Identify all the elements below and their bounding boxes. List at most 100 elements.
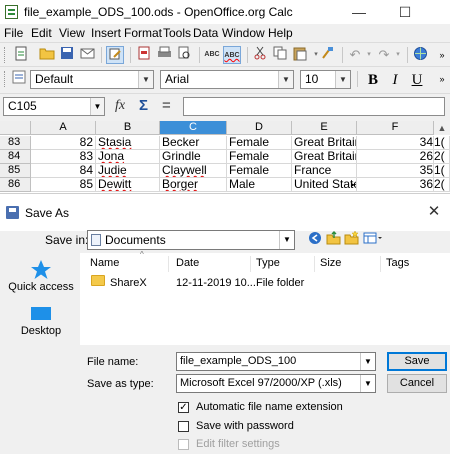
save-password-label[interactable]: Save with password: [196, 420, 294, 432]
menu-view[interactable]: View: [59, 26, 85, 40]
table-cell[interactable]: Female: [227, 136, 292, 150]
autospellcheck-icon[interactable]: ABC: [223, 46, 241, 64]
back-icon[interactable]: [306, 231, 324, 249]
row-header[interactable]: 86: [0, 178, 31, 192]
column-header-f[interactable]: F: [357, 121, 434, 135]
format-paintbrush-icon[interactable]: [318, 46, 336, 64]
menu-format[interactable]: Format: [124, 26, 162, 40]
table-cell[interactable]: 85: [31, 178, 96, 192]
column-header-name[interactable]: Name: [90, 257, 119, 269]
print-icon[interactable]: [155, 46, 173, 64]
save-password-checkbox[interactable]: [178, 421, 189, 432]
table-cell[interactable]: Female: [227, 150, 292, 164]
column-header-type[interactable]: Type: [256, 257, 280, 269]
menu-tools[interactable]: Tools: [163, 26, 191, 40]
menu-insert[interactable]: Insert: [91, 26, 121, 40]
menu-edit[interactable]: Edit: [31, 26, 52, 40]
select-all-corner[interactable]: [0, 121, 31, 135]
maximize-button[interactable]: ☐: [382, 0, 428, 24]
toolbar-overflow-icon[interactable]: »: [433, 46, 450, 64]
cancel-button[interactable]: Cancel: [387, 374, 447, 393]
sum-icon[interactable]: Σ: [139, 97, 148, 114]
redo-dropdown-icon[interactable]: ▾: [389, 46, 407, 64]
chevron-down-icon[interactable]: ▼: [360, 353, 375, 370]
chevron-down-icon[interactable]: ▼: [278, 71, 293, 88]
column-header-d[interactable]: D: [227, 121, 292, 135]
table-cell[interactable]: Borger: [160, 178, 227, 192]
name-box[interactable]: C105 ▼: [3, 97, 105, 116]
column-header-date[interactable]: Date: [176, 257, 199, 269]
file-name-field[interactable]: file_example_ODS_100 ▼: [176, 352, 376, 371]
menu-help[interactable]: Help: [268, 26, 293, 40]
column-header-c[interactable]: C: [160, 121, 227, 135]
chevron-down-icon[interactable]: ▼: [90, 98, 104, 115]
table-cell[interactable]: 34: [357, 136, 434, 150]
new-folder-icon[interactable]: [342, 230, 360, 249]
table-cell[interactable]: Great Britain: [292, 150, 357, 164]
table-cell[interactable]: Claywell: [160, 164, 227, 178]
view-menu-icon[interactable]: [362, 231, 384, 249]
table-cell[interactable]: 1(: [434, 164, 450, 178]
underline-button[interactable]: U: [406, 70, 428, 90]
table-cell[interactable]: Great Britain: [292, 136, 357, 150]
table-cell[interactable]: Dewitt: [96, 178, 160, 192]
column-header-size[interactable]: Size: [320, 257, 341, 269]
chevron-down-icon[interactable]: ▼: [335, 71, 350, 88]
auto-extension-label[interactable]: Automatic file name extension: [196, 401, 343, 413]
menu-file[interactable]: File: [4, 26, 23, 40]
hyperlink-icon[interactable]: [411, 46, 429, 64]
spellcheck-icon[interactable]: ABC: [203, 46, 221, 64]
column-header-e[interactable]: E: [292, 121, 357, 135]
save-in-combo[interactable]: Documents ▼: [87, 230, 295, 250]
table-cell[interactable]: 2(: [434, 150, 450, 164]
table-cell[interactable]: 35: [357, 164, 434, 178]
export-pdf-icon[interactable]: [135, 46, 153, 64]
scroll-up-arrow-icon[interactable]: ▲: [434, 121, 450, 135]
table-cell[interactable]: Jona: [96, 150, 160, 164]
up-folder-icon[interactable]: [324, 231, 342, 249]
save-button[interactable]: Save: [387, 352, 447, 371]
function-wizard-icon[interactable]: fx: [115, 98, 125, 114]
chevron-down-icon[interactable]: ▼: [360, 375, 375, 392]
table-cell[interactable]: 82: [31, 136, 96, 150]
place-quick-access[interactable]: Quick access: [5, 259, 77, 299]
menu-data[interactable]: Data: [193, 26, 218, 40]
column-header-b[interactable]: B: [96, 121, 160, 135]
column-header-a[interactable]: A: [31, 121, 96, 135]
row-header[interactable]: 84: [0, 150, 31, 164]
font-combo[interactable]: Arial ▼: [160, 70, 294, 89]
page-preview-icon[interactable]: [175, 46, 193, 64]
equals-icon[interactable]: =: [162, 97, 171, 114]
table-cell[interactable]: 1(: [434, 136, 450, 150]
table-cell[interactable]: Becker: [160, 136, 227, 150]
cut-icon[interactable]: [251, 46, 269, 64]
table-cell[interactable]: Grindle: [160, 150, 227, 164]
table-cell[interactable]: 2(: [434, 178, 450, 192]
formula-input[interactable]: [183, 97, 445, 116]
italic-button[interactable]: I: [384, 70, 406, 90]
style-combo[interactable]: Default ▼: [30, 70, 154, 89]
column-header-tags[interactable]: Tags: [386, 257, 409, 269]
place-desktop[interactable]: Desktop: [5, 303, 77, 343]
save-icon[interactable]: [58, 46, 76, 64]
chevron-down-icon[interactable]: ▼: [138, 71, 153, 88]
table-cell[interactable]: Male: [227, 178, 292, 192]
auto-extension-checkbox[interactable]: ✓: [178, 402, 189, 413]
bold-button[interactable]: B: [362, 70, 384, 90]
toolbar-overflow-icon[interactable]: »: [433, 70, 450, 88]
toolbar-grip[interactable]: [4, 71, 7, 87]
minimize-button[interactable]: —: [336, 0, 382, 24]
table-cell[interactable]: Female: [227, 164, 292, 178]
file-list[interactable]: Name ^ Date Type Size Tags ShareX 12-11-…: [80, 250, 450, 345]
table-cell[interactable]: Stasia: [96, 136, 160, 150]
table-cell[interactable]: 36: [357, 178, 434, 192]
save-as-type-select[interactable]: Microsoft Excel 97/2000/XP (.xls) ▼: [176, 374, 376, 393]
chevron-down-icon[interactable]: ▼: [279, 231, 294, 249]
table-cell[interactable]: Judie: [96, 164, 160, 178]
copy-icon[interactable]: [271, 46, 289, 64]
styles-icon[interactable]: [10, 70, 28, 88]
menu-window[interactable]: Window: [222, 26, 265, 40]
row-header[interactable]: 83: [0, 136, 31, 150]
toolbar-grip[interactable]: [4, 47, 7, 63]
row-header[interactable]: 85: [0, 164, 31, 178]
